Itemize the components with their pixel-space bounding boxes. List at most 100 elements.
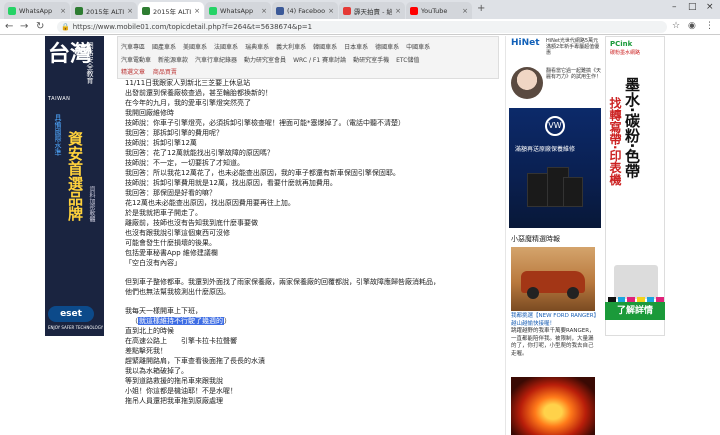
post-line: 等到道路救援的拖吊車來跟我說 [125,377,223,385]
nav-link[interactable]: 中國車系 [406,42,430,51]
ford-title[interactable]: 我都挑選【NEW FORD RANGER】越山越愉快接喔！ [511,313,597,328]
site-category-nav: 汽車專區 國產車系 美國車系 法國車系 瑞典車系 義大利車系 韓國車系 日本車系 德國車系 中國車… [117,36,499,79]
sponsored-article[interactable]: 翻看當它過一起難搞《天麗有巧力》的試用生作！ [509,64,601,104]
post-line: 直到北上的時候 [125,327,174,335]
nav-link[interactable]: 德國車系 [375,42,399,51]
nav-link[interactable]: 新能源車款 [158,55,188,64]
tab-title: (4) Facebook [287,6,326,15]
hinet-text: HiNet光世代網路5萬元滿額2年新手專屬超值優惠 [546,38,600,56]
post-line: 也沒有跟我說引擎這個東西可沒修 [125,229,230,237]
close-icon[interactable]: × [127,7,133,15]
nav-link[interactable]: 汽車專區 [121,42,145,51]
post-line: 於是我就把車子開走了。 [125,209,202,217]
post-body: 11/11日我跟家人到新北三芝要上休息站 出發前還到保養廠檢查過，甚至輪胎都換新的… [125,78,505,406]
nav-link[interactable]: 汽車電動車 [121,55,151,64]
address-bar[interactable]: 🔒 https://www.mobile01.com/topicdetail.p… [57,21,667,33]
lock-icon: 🔒 [61,23,70,31]
mobile01-icon [142,6,150,15]
tab-whatsapp-1[interactable]: WhatsApp × [4,2,70,19]
post-line: 離廠前，技師也沒有告知我到底什麼事要做 [125,219,258,227]
post-line: 我每天一樣開車上下班， [125,307,202,315]
pcink-vertical-red: 找轉寫帶·印表機 [608,97,622,186]
tab-title: WhatsApp [19,6,53,15]
close-icon[interactable]: × [462,7,468,15]
nav-link[interactable]: 韓國車系 [313,42,337,51]
ad-headline: 資安首選品牌 [66,131,84,221]
post-line: 我回答：所以我花12萬花了，也未必能查出原因，我的車子都還有新車保固引擎保固耶。 [125,169,400,177]
post-line: 我回答：花了12萬就能找出引擎故障的原因嗎？ [125,149,274,157]
back-icon[interactable]: ← [5,21,13,32]
menu-icon[interactable]: ⋮ [705,21,714,31]
tab-whatsapp-2[interactable]: WhatsApp × [205,2,271,19]
star-icon[interactable]: ☆ [672,21,680,31]
close-icon[interactable]: × [261,7,267,15]
tab-title: 2015年 ALTIS 渦輪... [86,7,124,16]
minimize-icon[interactable]: – [672,2,677,12]
eset-logo: eset [48,306,94,322]
close-window-icon[interactable]: × [706,2,714,12]
post-line: 技師說：不一定，一切要拆了才知道。 [125,159,244,167]
nav-link[interactable]: WRC / F1 賽車討論 [293,55,346,64]
sponsored-text: 翻看當它過一起難搞《天麗有巧力》的試用生作！ [546,68,602,80]
mobile01-icon [75,6,83,15]
post-line: 技師說：拆卸引擎12萬 [125,139,197,147]
whatsapp-icon [8,6,16,15]
nav-link[interactable]: 義大利車系 [276,42,306,51]
tab-facebook[interactable]: (4) Facebook × [272,2,338,19]
post-line: 但到車子整修都車。我還到外面找了雨家保養廠，兩家保養廠的回覆都說，引擎故障應歸咎… [125,278,440,286]
whatsapp-icon [209,6,217,15]
tab-title: 霹天拍賣 - 給尋找好... [354,7,393,16]
tab-youtube[interactable]: YouTube × [406,2,472,19]
close-icon[interactable]: × [328,7,334,15]
post-paragraph-3: 我每天一樣開車上下班， （就這樣維持不行駛了幾週的） 直到北上的時候 在高速公路上 引… [125,306,505,406]
post-line: 我以為水箱破掉了。 [125,367,188,375]
ford-ranger-image[interactable] [511,247,595,311]
tab-altis-active[interactable]: 2015年 ALTIS 渦輪... × [138,2,204,19]
pcink-cta-button[interactable]: 了解詳情 [605,302,665,320]
profile-icon[interactable]: ◉ [688,21,696,31]
nav-row-2: 汽車電動車 新能源車款 汽車行車紀錄器 動力研究室會員 WRC / F1 賽車討論 動研究… [121,53,495,66]
post-line: 花12萬也未必能查出原因，找出原因費用要再往上加。 [125,199,295,207]
post-line: 我回答：那拆卸引擎的費用呢？ [125,129,223,137]
close-icon[interactable]: × [194,7,200,15]
vw-ad[interactable]: VW 滿額再送原廠保養維修 [509,108,601,228]
fire-image[interactable] [511,377,595,435]
selected-text[interactable]: 就這樣維持不行駛了幾週的 [138,317,224,325]
post-paragraph-1: 11/11日我跟家人到新北三芝要上休息站 出發前還到保養廠檢查過，甚至輪胎都換新的… [125,78,505,268]
tab-ruten[interactable]: 霹天拍賣 - 給尋找好... × [339,2,405,19]
section-title: 小惡魔精選時報 [511,235,560,243]
nav-link[interactable]: 汽車行車紀錄器 [195,55,237,64]
nav-link[interactable]: ETC儲值 [396,55,419,64]
nav-link[interactable]: 法國車系 [214,42,238,51]
ad-latin-text: TAIWAN [48,96,71,102]
forward-icon[interactable]: → [20,21,28,32]
post-line: 我回答：那保固是好看的嘛？ [125,189,216,197]
nav-link[interactable]: 動研究室手機 [353,55,389,64]
printer-image [614,265,658,299]
new-tab-button[interactable]: + [477,3,485,14]
nav-link[interactable]: 瑞典車系 [245,42,269,51]
post-line: 包括愛車秘書App 維修建議欄 [125,249,218,257]
tab-altis-1[interactable]: 2015年 ALTIS 渦輪... × [71,2,137,19]
left-eset-ad[interactable]: 台灣 TAIWAN 網路安全教育 具備國際水準 資安首選品牌 資料加密軟體 es… [45,36,104,336]
nav-highlight-links[interactable]: 精選文章 商品買賣 [121,67,177,76]
nav-link[interactable]: 美國車系 [183,42,207,51]
avatar [511,67,543,99]
maximize-icon[interactable]: □ [688,2,697,12]
ford-article[interactable]: 我都挑選【NEW FORD RANGER】越山越愉快接喔！ 跳躍越野的我車千萬要… [511,313,597,358]
nav-link[interactable]: 日本車系 [344,42,368,51]
post-line: 我開回廠維修時 [125,109,174,117]
pcink-ad[interactable]: PCink 碳粉墨水網路 墨水·碳粉·色帶 找轉寫帶·印表機 [605,36,665,336]
post-line: 趕緊離開路肩，下車查看後面拖了長長的水漬 [125,357,265,365]
post-line: 可能會發生什麼損壞的後果。 [125,239,216,247]
close-icon[interactable]: × [60,7,66,15]
nav-link[interactable]: 動力研究室會員 [244,55,286,64]
facebook-icon [276,6,284,15]
close-icon[interactable]: × [395,7,401,15]
reload-icon[interactable]: ↻ [36,21,44,32]
post-line: 小姐！你這都是機油耶！不是水喔！ [125,387,237,395]
hinet-logo: HiNet [511,38,540,48]
hinet-ad[interactable]: HiNet HiNet光世代網路5萬元滿額2年新手專屬超值優惠 [509,36,601,62]
nav-link[interactable]: 國產車系 [152,42,176,51]
youtube-icon [410,6,418,15]
